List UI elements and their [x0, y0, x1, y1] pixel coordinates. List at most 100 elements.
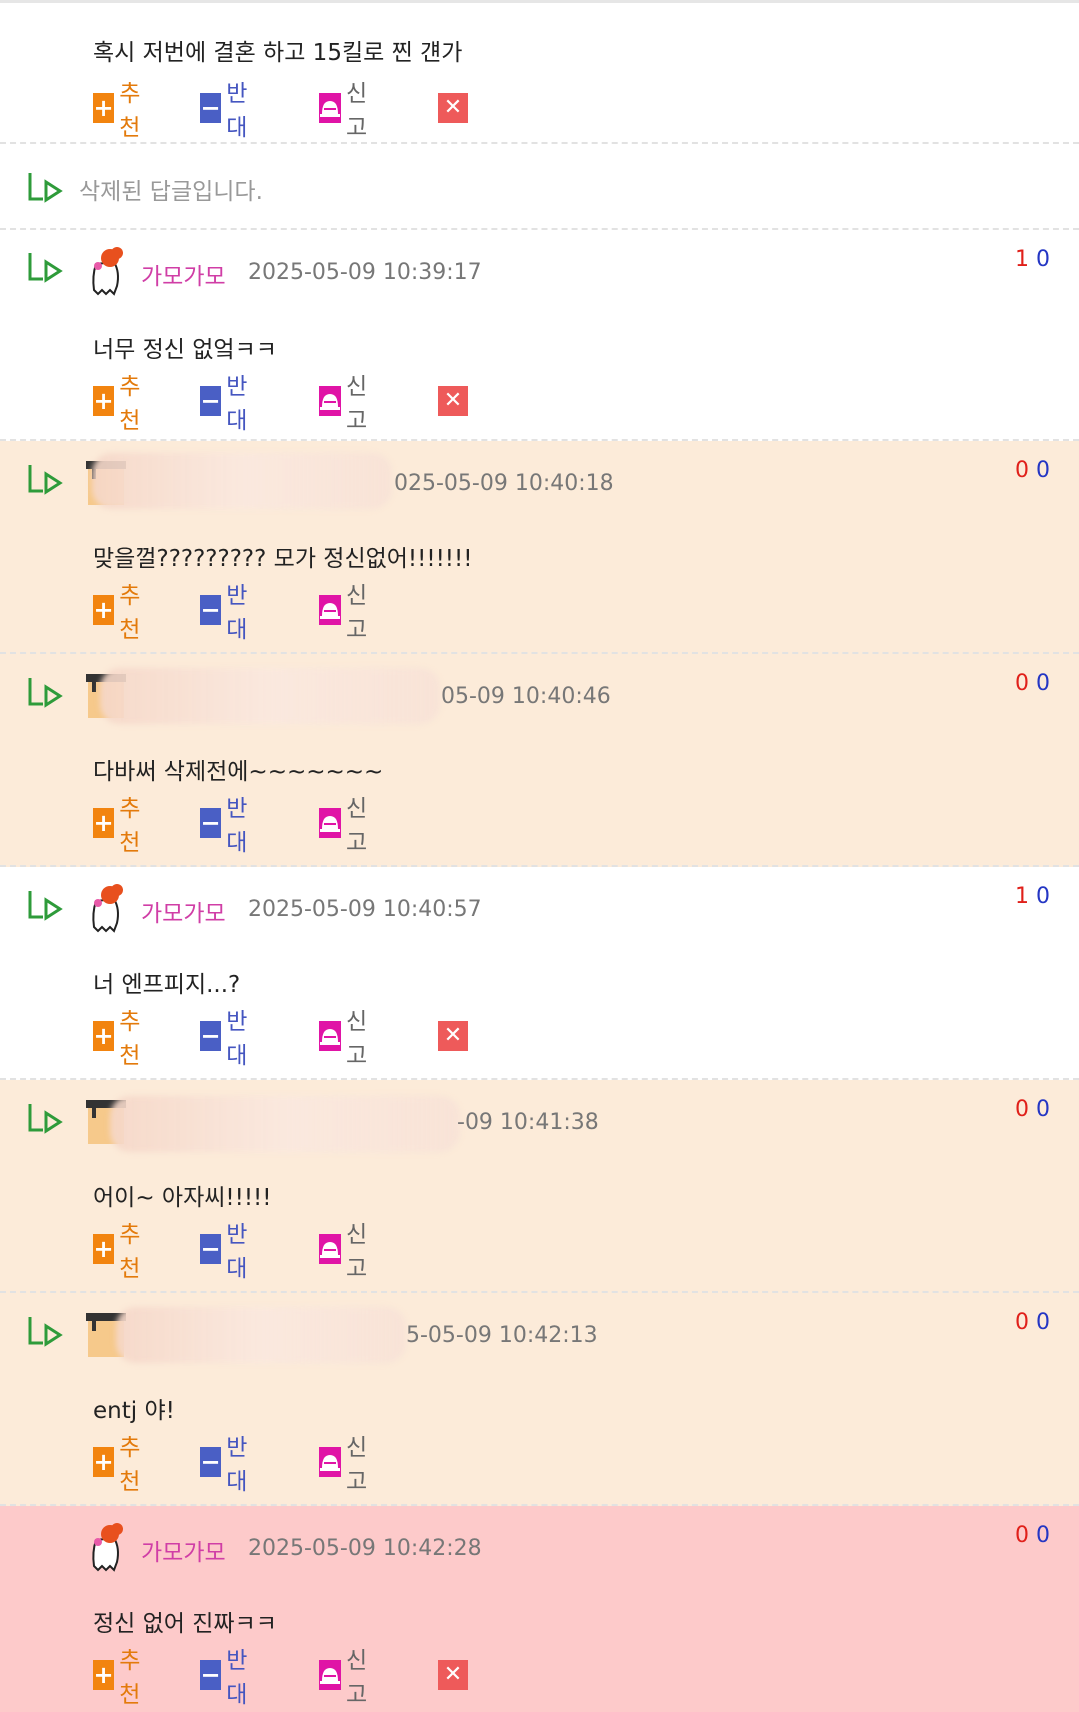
delete-button[interactable]: ✕ [438, 385, 468, 417]
reply-arrow-icon [28, 1317, 63, 1347]
report-button[interactable]: 신고 [319, 81, 375, 141]
comment-item: 05-09 10:40:46 00 다바써 삭제전에~~~~~~~ + 추천 − 반… [0, 654, 1079, 867]
close-icon: ✕ [438, 386, 468, 416]
downvote-count: 0 [1036, 1523, 1051, 1548]
report-button[interactable]: 신고 [319, 1435, 375, 1495]
top-divider [0, 0, 1079, 7]
comment-timestamp: 025-05-09 10:40:18 [394, 471, 614, 496]
report-button[interactable]: 신고 [319, 1009, 375, 1069]
vote-counts: 00 [1015, 458, 1051, 483]
comment-item: 혹시 저번에 결혼 하고 15킬로 찐 걘가 + 추천 − 반대 신고 ✕ [0, 7, 1079, 144]
recommend-button[interactable]: + 추천 [93, 1009, 149, 1069]
vote-counts: 00 [1015, 1097, 1051, 1122]
upvote-count: 1 [1015, 884, 1030, 909]
plus-icon: + [93, 808, 115, 838]
recommend-button[interactable]: + 추천 [93, 583, 149, 643]
comment-item-deleted: 삭제된 답글입니다. [0, 144, 1079, 230]
minus-icon: − [200, 1021, 222, 1051]
upvote-count: 0 [1015, 458, 1030, 483]
downvote-count: 0 [1036, 1097, 1051, 1122]
comment-text: 혹시 저번에 결혼 하고 15킬로 찐 걘가 [93, 40, 463, 66]
comment-text: 정신 없어 진짜ㅋㅋ [93, 1611, 277, 1637]
avatar[interactable] [84, 246, 128, 298]
reply-arrow-icon [28, 465, 63, 495]
report-button[interactable]: 신고 [319, 374, 375, 434]
close-icon: ✕ [438, 1660, 468, 1690]
downvote-count: 0 [1036, 458, 1051, 483]
author-nickname[interactable]: 가모가모 [141, 257, 226, 291]
delete-button[interactable]: ✕ [438, 92, 468, 124]
reply-arrow-icon [28, 891, 63, 921]
downvote-count: 0 [1036, 884, 1051, 909]
plus-icon: + [93, 1021, 115, 1051]
upvote-count: 0 [1015, 1097, 1030, 1122]
reply-arrow-icon [28, 253, 63, 283]
oppose-button[interactable]: − 반대 [200, 1222, 256, 1282]
comment-timestamp: 2025-05-09 10:42:28 [248, 1536, 482, 1561]
siren-icon [319, 808, 341, 838]
avatar[interactable] [84, 883, 128, 935]
author-nickname[interactable]: 가모가모 [141, 894, 226, 928]
upvote-count: 1 [1015, 247, 1030, 272]
comment-item: 가모가모 2025-05-09 10:39:17 10 너무 정신 없엌ㅋㅋ +… [0, 230, 1079, 441]
reply-arrow-icon [28, 173, 63, 203]
minus-icon: − [200, 93, 222, 123]
siren-icon [319, 1234, 341, 1264]
comment-item: 가모가모 2025-05-09 10:42:28 00 정신 없어 진짜ㅋㅋ +… [0, 1506, 1079, 1712]
plus-icon: + [93, 93, 115, 123]
oppose-button[interactable]: − 반대 [200, 1009, 256, 1069]
minus-icon: − [200, 595, 222, 625]
oppose-button[interactable]: − 반대 [200, 81, 256, 141]
recommend-button[interactable]: + 추천 [93, 1222, 149, 1282]
blurred-nickname [92, 453, 392, 509]
comment-text: 어이~ 아자씨!!!!! [93, 1185, 272, 1211]
vote-counts: 00 [1015, 671, 1051, 696]
reply-arrow-icon [28, 1104, 63, 1134]
oppose-button[interactable]: − 반대 [200, 1435, 256, 1495]
comment-text: 너 엔프피지...? [93, 972, 241, 998]
plus-icon: + [93, 386, 115, 416]
downvote-count: 0 [1036, 1310, 1051, 1335]
recommend-button[interactable]: + 추천 [93, 796, 149, 856]
comment-timestamp: 5-05-09 10:42:13 [406, 1323, 598, 1348]
oppose-button[interactable]: − 반대 [200, 796, 256, 856]
report-button[interactable]: 신고 [319, 583, 375, 643]
report-button[interactable]: 신고 [319, 1222, 375, 1282]
siren-icon [319, 595, 341, 625]
avatar[interactable] [84, 1522, 128, 1574]
delete-button[interactable]: ✕ [438, 1659, 468, 1691]
vote-counts: 00 [1015, 1310, 1051, 1335]
upvote-count: 0 [1015, 671, 1030, 696]
vote-counts: 10 [1015, 884, 1051, 909]
reply-arrow-icon [28, 678, 63, 708]
vote-counts: 10 [1015, 247, 1051, 272]
comment-item: 가모가모 2025-05-09 10:40:57 10 너 엔프피지...? +… [0, 867, 1079, 1080]
minus-icon: − [200, 1234, 222, 1264]
close-icon: ✕ [438, 1021, 468, 1051]
recommend-button[interactable]: + 추천 [93, 1648, 149, 1708]
blurred-nickname [110, 1096, 460, 1152]
oppose-button[interactable]: − 반대 [200, 583, 256, 643]
recommend-button[interactable]: + 추천 [93, 81, 149, 141]
minus-icon: − [200, 386, 222, 416]
siren-icon [319, 1021, 341, 1051]
oppose-button[interactable]: − 반대 [200, 374, 256, 434]
comment-item: 025-05-09 10:40:18 00 맞을껄????????? 모가 정신… [0, 441, 1079, 654]
siren-icon [319, 386, 341, 416]
comment-text: 너무 정신 없엌ㅋㅋ [93, 337, 277, 363]
author-nickname[interactable]: 가모가모 [141, 1533, 226, 1567]
recommend-button[interactable]: + 추천 [93, 1435, 149, 1495]
downvote-count: 0 [1036, 671, 1051, 696]
delete-button[interactable]: ✕ [438, 1020, 468, 1052]
oppose-button[interactable]: − 반대 [200, 1648, 256, 1708]
recommend-button[interactable]: + 추천 [93, 374, 149, 434]
report-button[interactable]: 신고 [319, 1648, 375, 1708]
comment-text: 다바써 삭제전에~~~~~~~ [93, 759, 384, 785]
deleted-reply-text: 삭제된 답글입니다. [79, 179, 263, 205]
plus-icon: + [93, 595, 115, 625]
comment-text: 맞을껄????????? 모가 정신없어!!!!!!! [93, 546, 473, 572]
downvote-count: 0 [1036, 247, 1051, 272]
siren-icon [319, 93, 341, 123]
report-button[interactable]: 신고 [319, 796, 375, 856]
minus-icon: − [200, 1660, 222, 1690]
